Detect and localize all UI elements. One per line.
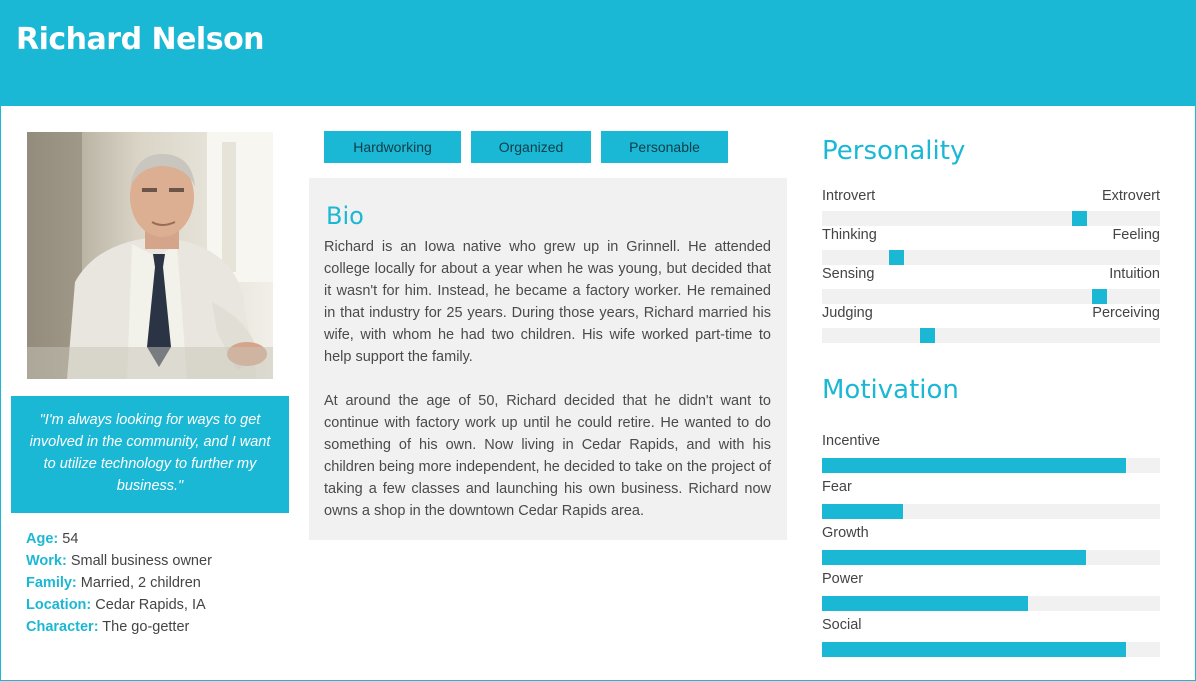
trait-left-label: Sensing	[822, 266, 875, 282]
trait-marker	[889, 250, 905, 265]
trait-track	[822, 211, 1160, 226]
trait-left-label: Introvert	[822, 188, 876, 204]
motivation-label: Growth	[822, 525, 869, 541]
motivation-title: Motivation	[822, 375, 959, 405]
persona-name: Richard Nelson	[16, 22, 265, 57]
motivation-track	[822, 504, 1160, 519]
persona-photo	[27, 132, 273, 379]
motivation-growth: Growth	[822, 524, 1160, 565]
fact-work: Work: Small business owner	[26, 550, 212, 572]
motivation-track	[822, 596, 1160, 611]
trait-track	[822, 328, 1160, 343]
fact-value: The go-getter	[98, 619, 190, 635]
trait-tags: Hardworking Organized Personable	[324, 131, 738, 163]
fact-value: Married, 2 children	[76, 575, 201, 591]
motivation-bar	[822, 550, 1086, 565]
fact-location: Location: Cedar Rapids, IA	[26, 594, 212, 616]
trait-marker	[1071, 211, 1087, 226]
motivation-label: Fear	[822, 479, 852, 495]
trait-left-label: Thinking	[822, 227, 877, 243]
bio-panel: Bio Richard is an Iowa native who grew u…	[309, 178, 787, 540]
motivation-social: Social	[822, 616, 1160, 657]
fact-label: Character:	[26, 619, 99, 635]
trait-track	[822, 289, 1160, 304]
trait-right-label: Intuition	[1109, 266, 1160, 282]
tag-personable: Personable	[601, 131, 728, 163]
motivation-bar	[822, 642, 1127, 657]
trait-judging-perceiving: Judging Perceiving	[822, 304, 1160, 343]
trait-thinking-feeling: Thinking Feeling	[822, 226, 1160, 265]
fact-label: Location:	[26, 597, 92, 613]
fact-value: Small business owner	[66, 553, 212, 569]
motivation-track	[822, 550, 1160, 565]
motivation-label: Social	[822, 617, 862, 633]
trait-right-label: Extrovert	[1101, 188, 1160, 204]
trait-right-label: Feeling	[1112, 227, 1160, 243]
bio-paragraph: At around the age of 50, Richard decided…	[324, 393, 771, 519]
fact-family: Family: Married, 2 children	[26, 572, 212, 594]
personality-title: Personality	[822, 136, 966, 166]
motivation-fear: Fear	[822, 478, 1160, 519]
trait-marker	[919, 328, 935, 343]
fact-age: Age: 54	[26, 528, 212, 550]
bio-paragraph: Richard is an Iowa native who grew up in…	[324, 239, 771, 365]
fact-value: 54	[58, 531, 79, 547]
motivation-bar	[822, 458, 1127, 473]
fact-label: Work:	[26, 553, 67, 569]
bio-title: Bio	[326, 202, 364, 230]
trait-left-label: Judging	[822, 305, 873, 321]
fact-label: Age:	[26, 531, 59, 547]
motivation-track	[822, 642, 1160, 657]
motivation-incentive: Incentive	[822, 432, 1160, 473]
persona-facts: Age: 54 Work: Small business owner Famil…	[26, 528, 212, 638]
motivation-label: Power	[822, 571, 864, 587]
trait-sensing-intuition: Sensing Intuition	[822, 265, 1160, 304]
motivation-bar	[822, 504, 904, 519]
fact-label: Family:	[26, 575, 77, 591]
trait-right-label: Perceiving	[1092, 305, 1160, 321]
motivation-label: Incentive	[822, 433, 881, 449]
tag-hardworking: Hardworking	[324, 131, 461, 163]
persona-quote: "I'm always looking for ways to get invo…	[11, 396, 289, 513]
fact-value: Cedar Rapids, IA	[91, 597, 206, 613]
tag-organized: Organized	[471, 131, 591, 163]
trait-marker	[1092, 289, 1108, 304]
motivation-power: Power	[822, 570, 1160, 611]
persona-photo-image	[27, 132, 273, 379]
trait-introvert-extrovert: Introvert Extrovert	[822, 187, 1160, 226]
trait-track	[822, 250, 1160, 265]
header-banner: Richard Nelson	[0, 0, 1196, 106]
fact-character: Character: The go-getter	[26, 616, 212, 638]
motivation-bar	[822, 596, 1029, 611]
motivation-track	[822, 458, 1160, 473]
